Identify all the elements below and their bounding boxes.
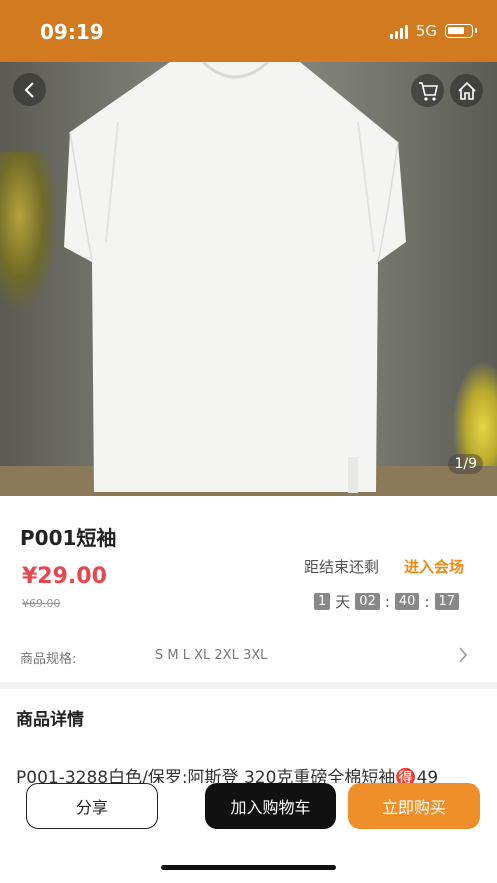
enter-venue-link[interactable]: 进入会场 [404,556,464,577]
status-indicators: 5G [389,22,477,40]
section-divider [0,682,497,689]
spec-selector-row[interactable]: 商品规格: S M L XL 2XL 3XL [0,633,497,678]
status-time: 09:19 [40,20,104,44]
product-image-carousel[interactable]: 1/9 [0,62,497,496]
signal-icon [389,23,408,39]
countdown-separator: : [424,592,430,611]
original-price: ¥69.00 [22,597,61,610]
product-price: ¥29.00 [22,564,107,589]
battery-icon [445,24,477,38]
countdown-seconds: 17 [434,593,460,610]
countdown-hours: 02 [355,593,380,610]
countdown-label: 距结束还剩 [304,558,380,576]
status-bar: 09:19 5G [0,0,497,62]
details-heading: 商品详情 [16,710,84,730]
cart-icon [418,81,438,101]
buy-now-button[interactable]: 立即购买 [348,783,480,829]
back-button[interactable] [13,73,46,106]
network-label: 5G [415,22,437,40]
countdown-days: 1 [314,593,331,610]
home-icon [457,81,476,100]
product-info: P001短袖 ¥29.00 ¥69.00 距结束还剩 进入会场 1 天 02 :… [0,496,497,682]
details-text: P001-3288白色/保罗:阿斯登 320克重磅全棉短袖🉐49 [16,768,439,783]
countdown-minutes: 40 [394,593,420,610]
countdown-timer: 1 天 02 : 40 : 17 [314,591,460,612]
home-indicator [161,865,336,870]
bottom-action-bar: 分享 加入购物车 立即购买 [0,783,497,883]
product-image [64,62,406,493]
countdown-day-unit: 天 [335,593,351,611]
product-title: P001短袖 [20,526,117,550]
product-details-section: 商品详情 P001-3288白色/保罗:阿斯登 320克重磅全棉短袖🉐49 [0,689,497,783]
chevron-right-icon [459,647,468,663]
background-plant [0,152,58,312]
home-button[interactable] [450,74,483,107]
chevron-left-icon [24,81,34,98]
cart-button[interactable] [411,74,444,107]
add-to-cart-button[interactable]: 加入购物车 [205,783,336,829]
image-page-indicator: 1/9 [448,454,483,474]
countdown-separator: : [384,592,390,611]
spec-label: 商品规格: [20,652,77,667]
share-button[interactable]: 分享 [26,783,158,829]
spec-options: S M L XL 2XL 3XL [155,648,268,663]
